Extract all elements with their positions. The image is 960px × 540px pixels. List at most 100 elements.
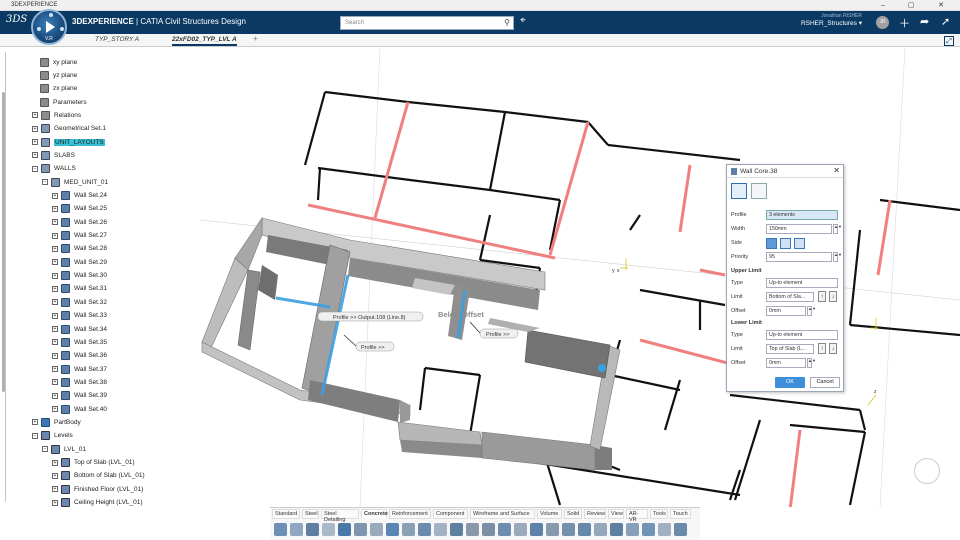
tree-item[interactable]: + Top of Slab (LVL_01) <box>52 457 135 469</box>
action-tab-view[interactable]: View <box>608 509 624 519</box>
foundation-icon[interactable] <box>514 523 527 536</box>
settings-icon[interactable] <box>674 523 687 536</box>
expand-toggle-icon[interactable]: + <box>52 392 58 399</box>
wall-icon[interactable] <box>402 523 415 536</box>
split-icon[interactable] <box>594 523 607 536</box>
select-icon[interactable] <box>354 523 367 536</box>
wall-core-3d-mode-button[interactable] <box>751 183 767 199</box>
measure-icon[interactable] <box>530 523 543 536</box>
section-icon[interactable] <box>546 523 559 536</box>
tree-item[interactable]: + Wall Set.37 <box>52 363 107 375</box>
tree-item[interactable]: + Relations <box>32 109 81 121</box>
expand-toggle-icon[interactable]: + <box>52 366 58 373</box>
priority-stepper[interactable]: ▲▼ <box>833 252 842 262</box>
column-icon[interactable] <box>434 523 447 536</box>
expand-toggle-icon[interactable]: + <box>52 499 58 506</box>
copy-icon[interactable] <box>290 523 303 536</box>
search-icon[interactable]: ⚲ <box>504 18 510 27</box>
expand-toggle-icon[interactable]: + <box>32 112 38 119</box>
tree-item[interactable]: + Wall Set.33 <box>52 310 107 322</box>
action-tab-solid[interactable]: Solid <box>564 509 582 519</box>
opening-icon[interactable] <box>466 523 479 536</box>
expand-toggle-icon[interactable]: + <box>52 299 58 306</box>
tree-item[interactable]: + SLABS <box>32 149 75 161</box>
cancel-button[interactable]: Cancel <box>810 377 840 388</box>
add-tab-button[interactable]: + <box>253 34 258 43</box>
tree-item[interactable]: + Wall Set.35 <box>52 336 107 348</box>
close-window-button[interactable]: ✕ <box>930 0 952 11</box>
expand-toggle-icon[interactable]: + <box>52 472 58 479</box>
expand-toggle-icon[interactable]: + <box>52 259 58 266</box>
tree-item[interactable]: − Levels <box>32 430 73 442</box>
tree-item[interactable]: Parameters <box>40 96 87 108</box>
limit-up-arrow-icon[interactable]: ↑ <box>818 343 826 354</box>
expand-toggle-icon[interactable]: + <box>52 379 58 386</box>
tree-item[interactable]: + Wall Set.27 <box>52 230 107 242</box>
user-info[interactable]: Jonathan RISHER RSHER_Structures ▾ <box>790 13 862 27</box>
expand-toggle-icon[interactable]: + <box>52 192 58 199</box>
expand-toggle-icon[interactable]: − <box>32 165 38 172</box>
action-tab-review[interactable]: Review <box>584 509 606 519</box>
action-tab-component[interactable]: Component <box>433 509 468 519</box>
expand-toggle-icon[interactable]: − <box>42 179 48 186</box>
dialog-header[interactable]: Wall Core.38 ✕ <box>727 165 843 178</box>
action-tab-steel-detailing[interactable]: Steel Detailing <box>321 509 359 523</box>
expand-toggle-icon[interactable]: + <box>52 219 58 226</box>
tree-item[interactable]: + Wall Set.30 <box>52 270 107 282</box>
avatar[interactable]: JR <box>876 16 889 29</box>
footing-icon[interactable] <box>498 523 511 536</box>
lower-offset-field[interactable]: 0mm <box>766 358 806 368</box>
expand-toggle-icon[interactable]: + <box>52 245 58 252</box>
join-icon[interactable] <box>626 523 639 536</box>
share-icon[interactable]: ➦ <box>920 15 929 28</box>
tab-22xfd02-typ-lvl-a[interactable]: 22xFD02_TYP_LVL A <box>172 36 237 46</box>
tree-item[interactable]: + Wall Set.38 <box>52 376 107 388</box>
paste-icon[interactable] <box>306 523 319 536</box>
tree-item[interactable]: + Wall Set.24 <box>52 190 107 202</box>
undo-icon[interactable] <box>322 523 335 536</box>
profile-output-label[interactable]: Profile >> Output.108 (Line.8) <box>333 315 406 321</box>
tree-item[interactable]: zx plane <box>40 83 77 95</box>
close-icon[interactable]: ✕ <box>833 166 840 175</box>
tree-item[interactable]: + Bottom of Slab (LVL_01) <box>52 470 145 482</box>
lower-type-select[interactable]: Up-to element <box>766 330 838 340</box>
tree-item[interactable]: + Wall Set.34 <box>52 323 107 335</box>
action-tab-reinforcement[interactable]: Reinforcement <box>389 509 431 519</box>
tree-item[interactable]: + Wall Set.26 <box>52 216 107 228</box>
upper-offset-stepper[interactable]: ▲▼ <box>807 306 816 316</box>
tree-item[interactable]: + Ceiling Height (LVL_01) <box>52 497 143 509</box>
profile-field[interactable]: 3 elements <box>766 210 838 220</box>
upper-offset-field[interactable]: 0mm <box>766 306 806 316</box>
expand-toggle-icon[interactable]: + <box>52 326 58 332</box>
action-tab-ar-vr[interactable]: AR-VR <box>626 509 648 523</box>
lower-offset-stepper[interactable]: ▲▼ <box>807 358 816 368</box>
action-tab-touch[interactable]: Touch <box>670 509 691 519</box>
width-stepper[interactable]: ▲▼ <box>833 224 842 234</box>
lower-limit-field[interactable]: Top of Slab (L... <box>766 344 814 354</box>
tree-item[interactable]: + UNIT_LAYOUTS <box>32 136 105 148</box>
action-tab-steel[interactable]: Steel <box>302 509 319 519</box>
expand-toggle-icon[interactable]: + <box>52 272 58 279</box>
fullscreen-icon[interactable]: ⤢ <box>944 36 954 46</box>
tree-item[interactable]: − WALLS <box>32 163 76 175</box>
wall-core-mode-button[interactable] <box>731 183 747 199</box>
side-center-button[interactable] <box>780 238 791 249</box>
profile-label-2[interactable]: Profile >> <box>486 332 510 338</box>
stair-icon[interactable] <box>482 523 495 536</box>
maximize-button[interactable]: ▢ <box>900 0 922 11</box>
collab-space-selector[interactable]: RSHER_Structures ▾ <box>790 19 862 27</box>
side-left-button[interactable] <box>766 238 777 249</box>
tree-item[interactable]: + Wall Set.39 <box>52 390 107 402</box>
communicate-icon[interactable]: ➚ <box>941 15 950 28</box>
priority-field[interactable]: 95 <box>766 252 832 262</box>
limit-down-arrow-icon[interactable]: ↓ <box>829 291 837 302</box>
tag-icon[interactable]: ⌖ <box>520 15 526 26</box>
minimize-button[interactable]: – <box>872 0 894 11</box>
expand-toggle-icon[interactable]: + <box>52 285 58 292</box>
slab-icon[interactable] <box>386 523 399 536</box>
properties-icon[interactable] <box>658 523 671 536</box>
tree-item[interactable]: + Wall Set.40 <box>52 403 107 415</box>
tree-item[interactable]: + Geometrical Set.1 <box>32 123 106 135</box>
expand-toggle-icon[interactable]: + <box>52 232 58 239</box>
redo-icon[interactable] <box>338 523 351 536</box>
